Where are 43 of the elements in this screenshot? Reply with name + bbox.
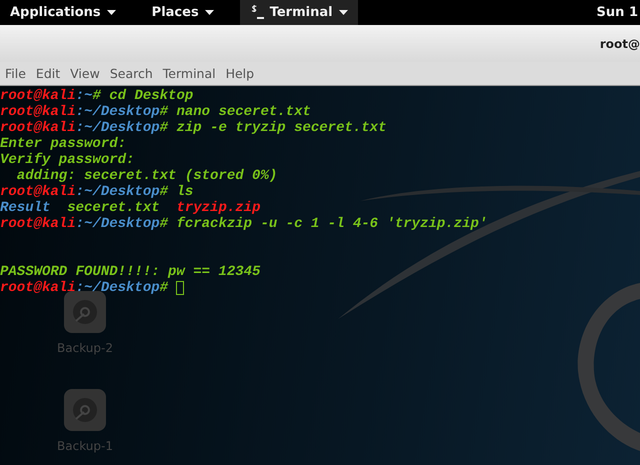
terminal-text: root@kali (0, 104, 76, 120)
menu-item[interactable]: View (65, 66, 105, 81)
icon-label: Backup-2 (57, 341, 113, 355)
terminal-text: :~/Desktop (76, 104, 160, 120)
drive-icon[interactable] (64, 389, 106, 431)
menu-item[interactable]: Edit (30, 66, 66, 81)
terminal-text: adding: seceret.txt (stored 0%) (16, 168, 278, 184)
menu-item[interactable]: Search (104, 66, 158, 81)
caret-icon (106, 10, 116, 15)
menu-item[interactable]: Help (220, 66, 260, 81)
clock: Sun 1 (596, 5, 639, 20)
menu-item[interactable]: Terminal (158, 66, 221, 81)
terminal-text: # zip -e tryzip seceret.txt (160, 120, 386, 136)
terminal-text: :~/Desktop (76, 280, 160, 296)
terminal-text: Result (0, 200, 50, 216)
terminal-text: root@kali (0, 120, 76, 136)
window-title: root@ (600, 36, 640, 50)
panel-menu[interactable]: Terminal (240, 0, 358, 25)
icon-label: Backup-1 (57, 439, 113, 453)
panel-menu[interactable]: Applications (0, 0, 126, 25)
terminal-text: :~ (76, 88, 92, 104)
terminal-text: tryzip.zip (176, 200, 260, 216)
terminal-text: root@kali (0, 280, 76, 296)
terminal-text: root@kali (0, 184, 76, 200)
terminal-icon (250, 4, 264, 20)
terminal-text: # ls (160, 184, 194, 200)
terminal-text: # fcrackzip -u -c 1 -l 4-6 'tryzip.zip' (160, 216, 488, 232)
terminal-text: :~/Desktop (76, 216, 160, 232)
menu-item[interactable]: File (0, 66, 31, 81)
terminal-text: :~/Desktop (76, 184, 160, 200)
terminal-text: PASSWORD FOUND!!!!: pw == 12345 (0, 264, 260, 280)
terminal-text: Enter password: (0, 136, 126, 152)
terminal-text: seceret.txt (66, 200, 161, 216)
terminal-text: root@kali (0, 88, 76, 104)
terminal-text: # (160, 280, 170, 296)
caret-icon (338, 10, 348, 15)
terminal-text: root@kali (0, 216, 76, 232)
terminal-text: # cd Desktop (92, 88, 194, 104)
terminal-text: # nano seceret.txt (160, 104, 311, 120)
panel-menu[interactable]: Places (142, 0, 224, 25)
terminal-text: Verify password: (0, 152, 134, 168)
caret-icon (204, 10, 214, 15)
terminal-text: :~/Desktop (76, 120, 160, 136)
